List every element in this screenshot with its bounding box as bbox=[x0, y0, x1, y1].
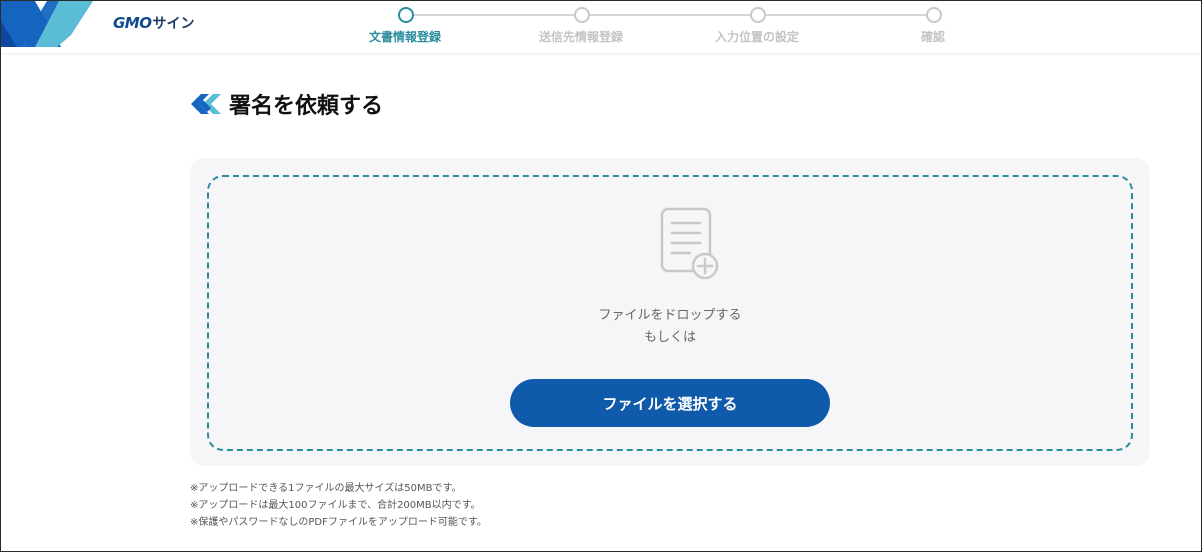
file-drop-zone[interactable]: ファイルをドロップする もしくは ファイルを選択する bbox=[207, 175, 1133, 451]
step-connector bbox=[412, 14, 574, 16]
page-heading: 署名を依頼する bbox=[189, 88, 383, 120]
note-pdf-requirement: ※保護やパスワードなしのPDFファイルをアップロード可能です。 bbox=[190, 517, 487, 528]
step-2-indicator bbox=[574, 7, 590, 23]
gmo-sign-mark-icon bbox=[191, 94, 221, 114]
step-3-label: 入力位置の設定 bbox=[714, 30, 799, 44]
upload-panel: ファイルをドロップする もしくは ファイルを選択する bbox=[190, 158, 1150, 466]
select-file-button[interactable]: ファイルを選択する bbox=[510, 379, 830, 427]
step-connector bbox=[588, 14, 750, 16]
upload-notes: ※アップロードできる1ファイルの最大サイズは50MBです。 ※アップロードは最大… bbox=[190, 480, 487, 531]
step-3-indicator bbox=[750, 7, 766, 23]
step-4-indicator bbox=[926, 7, 942, 23]
progress-stepper: 文書情報登録 送信先情報登録 入力位置の設定 確認 bbox=[1, 1, 1201, 53]
step-2-label: 送信先情報登録 bbox=[538, 30, 623, 44]
note-max-total: ※アップロードは最大100ファイルまで、合計200MB以内です。 bbox=[190, 500, 481, 511]
step-connector bbox=[764, 14, 926, 16]
document-add-icon bbox=[660, 207, 719, 280]
step-4-label: 確認 bbox=[920, 30, 945, 44]
page-title: 署名を依頼する bbox=[229, 94, 384, 119]
note-max-file-size: ※アップロードできる1ファイルの最大サイズは50MBです。 bbox=[190, 483, 462, 494]
header: GMO サイン 文書情報登録 送信先情報登録 入力位置の設定 確認 bbox=[1, 1, 1201, 53]
step-1-label: 文書情報登録 bbox=[368, 30, 441, 44]
drop-alternative: もしくは bbox=[643, 330, 696, 345]
app-window: GMO サイン 文書情報登録 送信先情報登録 入力位置の設定 確認 署名を依頼す… bbox=[0, 0, 1202, 552]
step-1-indicator bbox=[398, 7, 414, 23]
drop-instruction: ファイルをドロップする bbox=[598, 308, 742, 323]
